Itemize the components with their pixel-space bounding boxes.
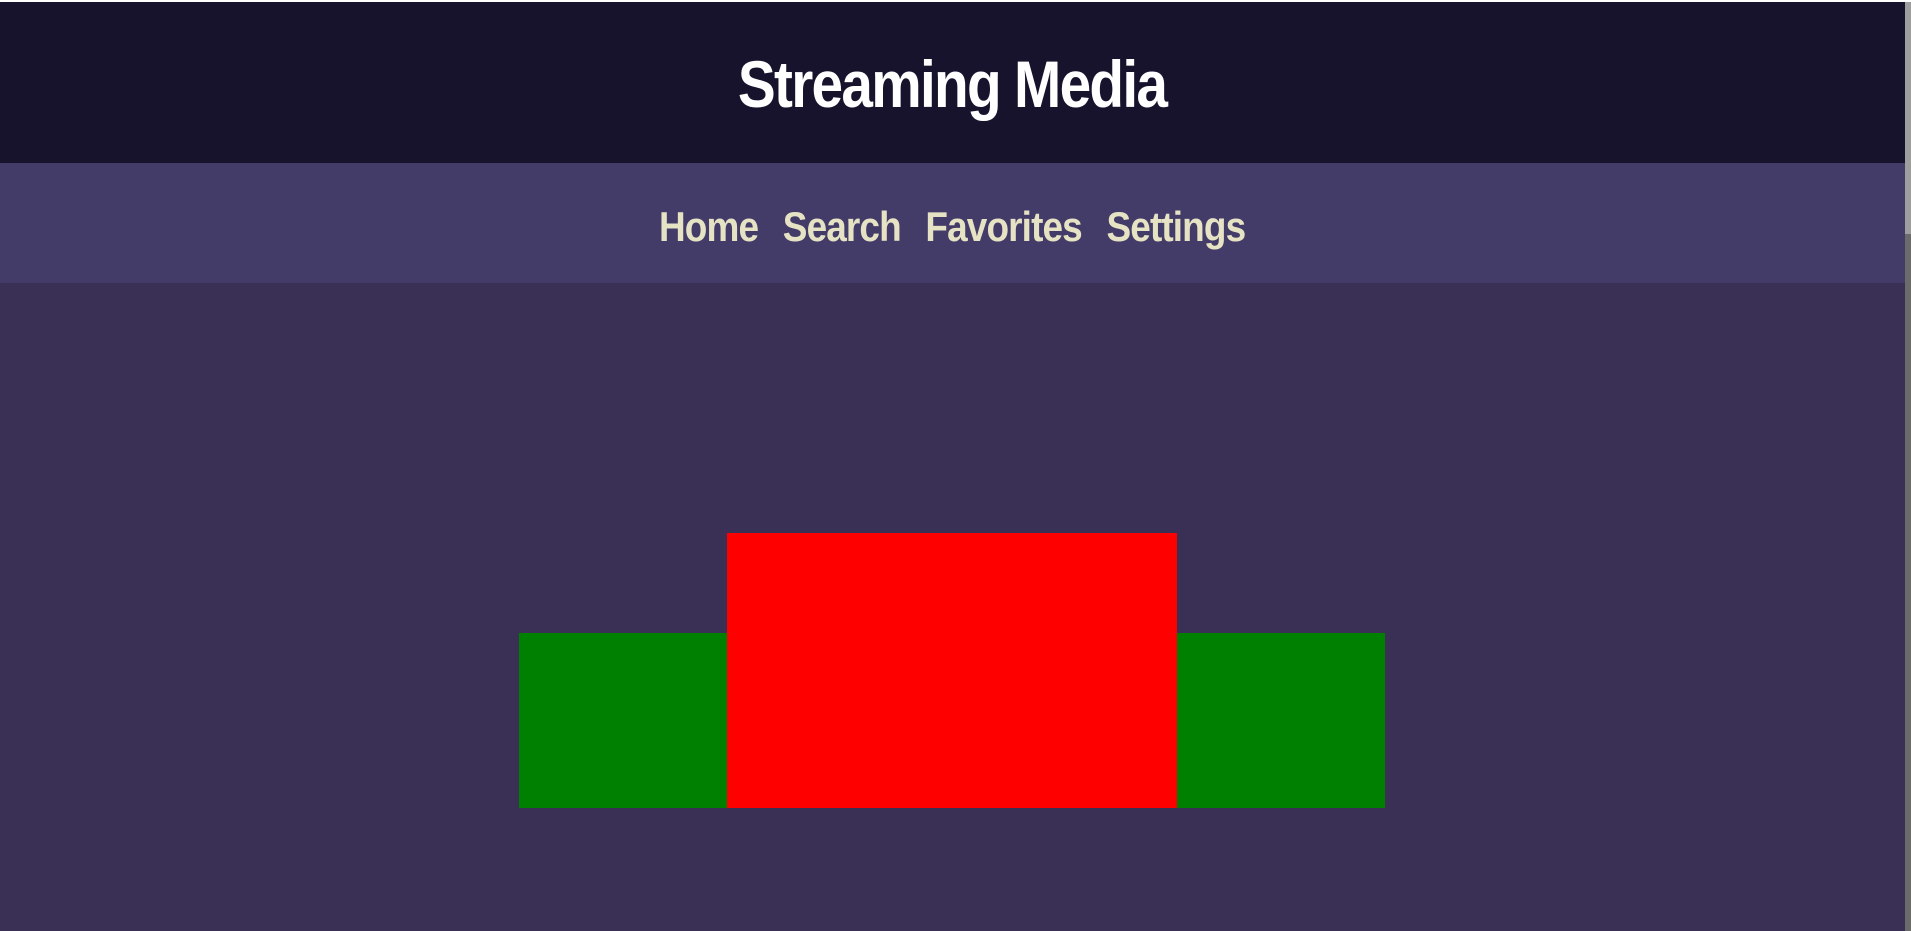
nav-link-favorites[interactable]: Favorites [926,203,1083,251]
red-block-center [727,533,1177,808]
nav-link-search[interactable]: Search [783,203,902,251]
site-title: Streaming Media [738,46,1168,121]
nav-link-settings[interactable]: Settings [1107,203,1247,251]
vertical-scrollbar[interactable] [1905,2,1911,931]
main-content [0,283,1905,931]
nav-link-home[interactable]: Home [659,203,759,251]
main-nav: Home Search Favorites Settings [0,163,1905,283]
green-block-left [519,633,727,808]
site-header: Streaming Media [0,2,1905,163]
green-block-right [1177,633,1385,808]
nav-links: Home Search Favorites Settings [659,203,1247,251]
page-viewport: Streaming Media Home Search Favorites Se… [0,2,1905,931]
scrollbar-thumb[interactable] [1905,2,1911,234]
